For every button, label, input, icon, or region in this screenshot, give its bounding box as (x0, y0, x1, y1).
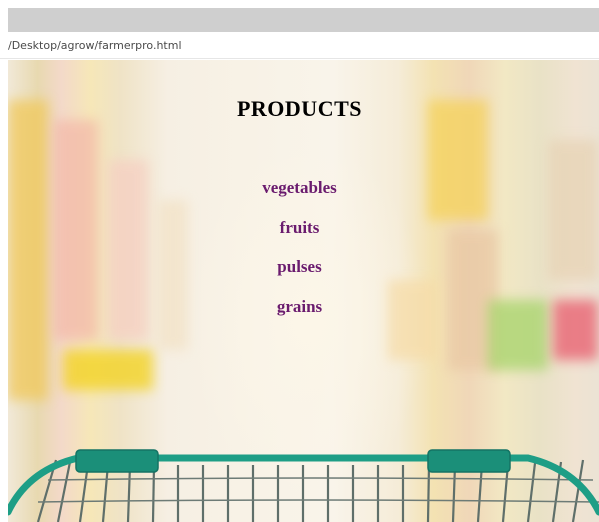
browser-window: /Desktop/agrow/farmerpro.html PRODUCTS v… (0, 0, 599, 522)
link-pulses[interactable]: pulses (8, 255, 591, 295)
link-vegetables[interactable]: vegetables (8, 176, 591, 216)
link-pulses-label: pulses (277, 257, 322, 276)
page-content: PRODUCTS vegetables fruits pulses grains (8, 60, 599, 522)
link-fruits-label: fruits (279, 217, 320, 237)
page-title: PRODUCTS (236, 96, 362, 121)
link-fruits[interactable]: fruits (8, 216, 591, 256)
product-links: vegetables fruits pulses grains (8, 176, 591, 334)
shopping-cart-image (8, 449, 599, 522)
tab-strip (8, 8, 599, 32)
url-text[interactable]: /Desktop/agrow/farmerpro.html (8, 39, 182, 52)
link-grains[interactable]: grains (8, 295, 591, 335)
link-grains-label: grains (276, 296, 323, 316)
link-vegetables-label: vegetables (262, 178, 337, 197)
address-bar[interactable]: /Desktop/agrow/farmerpro.html (0, 34, 599, 59)
